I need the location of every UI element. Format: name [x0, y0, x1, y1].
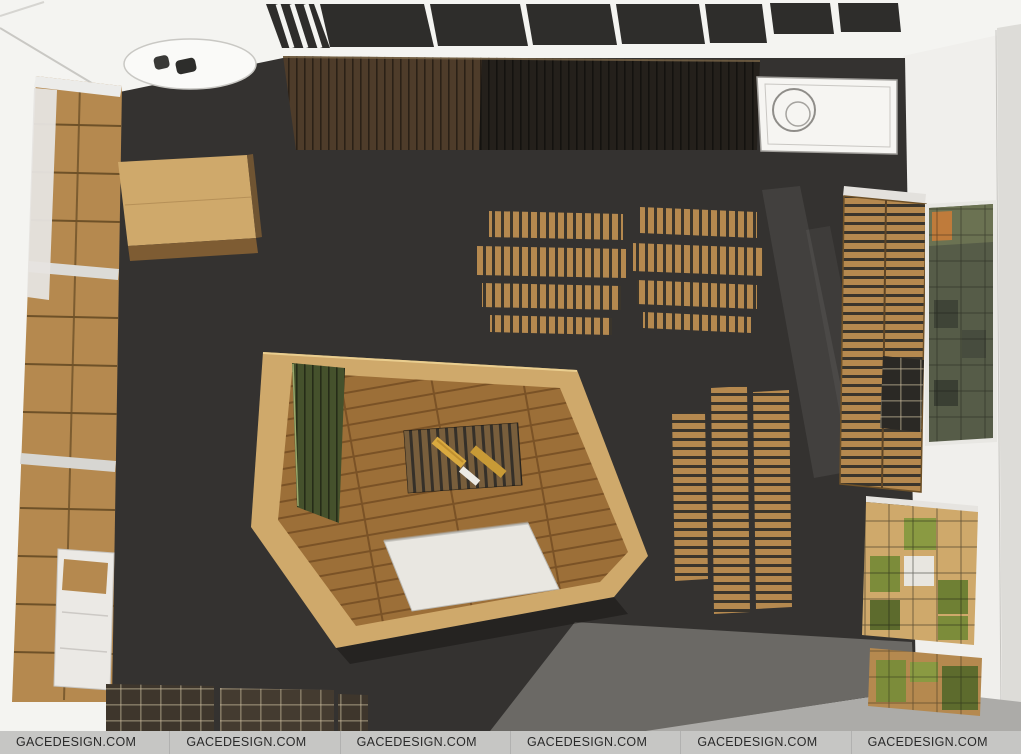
slatted-bench-columns	[672, 386, 792, 614]
slat-table	[489, 211, 623, 240]
right-slatted-shelving	[840, 186, 926, 492]
slat-table	[477, 246, 626, 278]
watermark-text: GACEDESIGN.COM	[851, 731, 1021, 754]
watermark-text: GACEDESIGN.COM	[0, 731, 169, 754]
slat-column	[672, 412, 708, 581]
slat-column	[753, 390, 792, 609]
wall-art-panel	[925, 200, 997, 446]
display-table	[404, 423, 522, 493]
slat-column	[711, 386, 750, 614]
watermark-text: GACEDESIGN.COM	[510, 731, 680, 754]
slat-table	[482, 283, 621, 310]
slat-bench	[490, 315, 612, 335]
corner-desk	[118, 154, 262, 261]
left-wall-shelving	[12, 76, 122, 702]
ceiling-light-fixture	[124, 39, 256, 89]
watermark-text: GACEDESIGN.COM	[680, 731, 850, 754]
slat-table	[637, 280, 757, 309]
render-viewport: GACEDESIGN.COM GACEDESIGN.COM GACEDESIGN…	[0, 0, 1021, 754]
hanging-slat-panel	[283, 56, 760, 150]
watermark-text: GACEDESIGN.COM	[169, 731, 339, 754]
watermark-text: GACEDESIGN.COM	[340, 731, 510, 754]
ceiling-skylights	[266, 3, 901, 48]
ac-unit	[757, 77, 897, 154]
slat-table	[640, 207, 757, 238]
watermark-bar: GACEDESIGN.COM GACEDESIGN.COM GACEDESIGN…	[0, 731, 1021, 754]
desk-top	[118, 155, 256, 246]
green-cube-shelving	[862, 496, 982, 716]
slat-table	[633, 243, 763, 276]
interior-render	[0, 0, 1021, 754]
